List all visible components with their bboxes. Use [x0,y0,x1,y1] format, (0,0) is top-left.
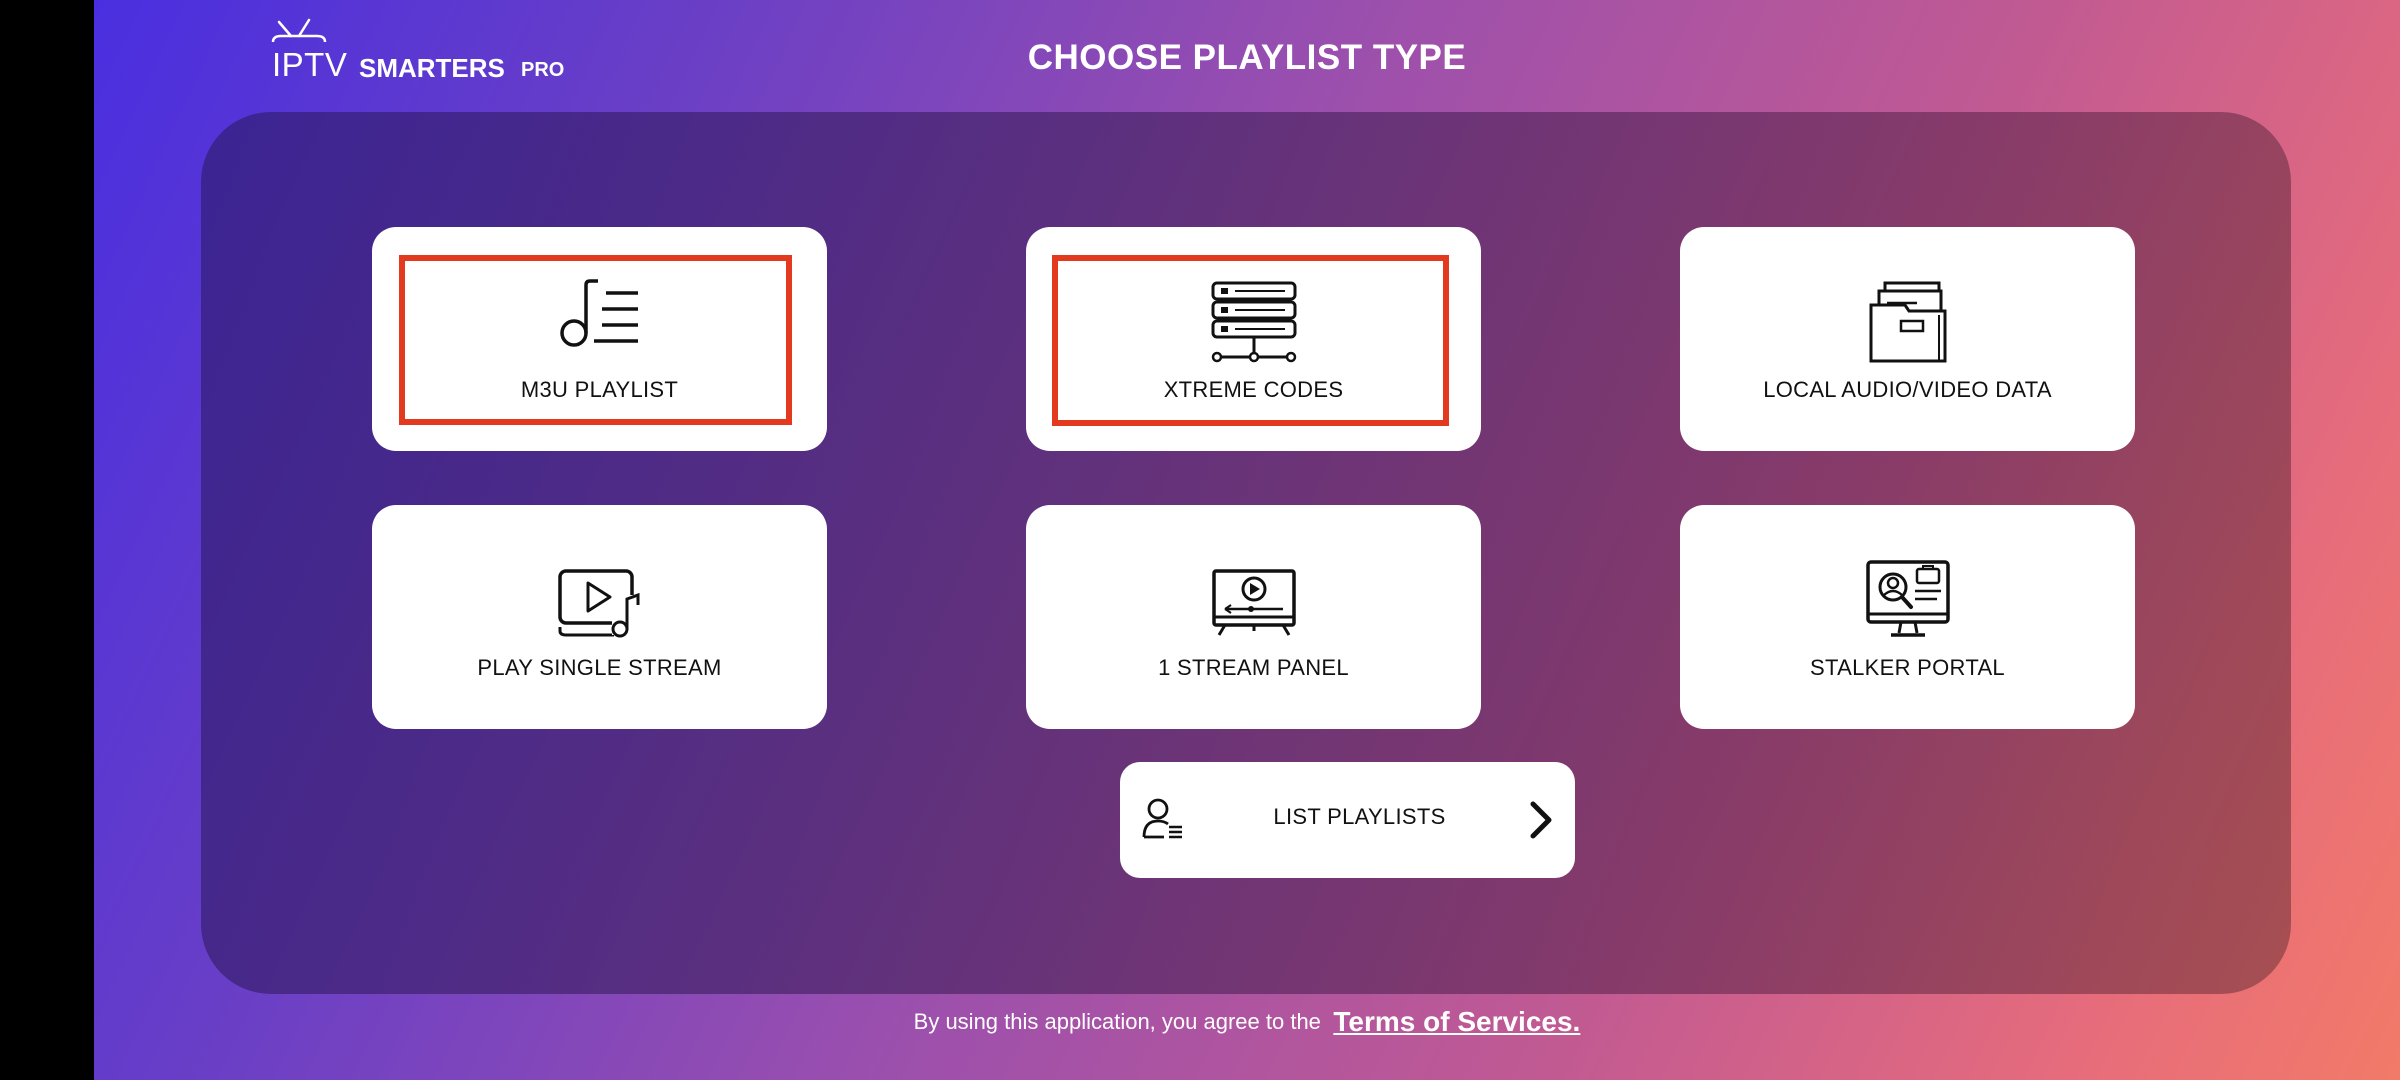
option-label: PLAY SINGLE STREAM [477,655,722,680]
music-playlist-icon [559,279,638,347]
one-stream-panel-card[interactable]: 1 STREAM PANEL [1026,505,1481,729]
video-music-icon [557,569,640,638]
terms-of-services-link[interactable]: Terms of Services. [1333,1006,1580,1037]
option-label: XTREME CODES [1163,377,1344,402]
agree-text: By using this application, you agree to … [913,1009,1321,1034]
local-audio-video-card[interactable]: LOCAL AUDIO/VIDEO DATA [1680,227,2135,451]
list-playlists-button[interactable]: LIST PLAYLISTS [1120,762,1575,878]
monitor-search-icon [1865,560,1950,637]
xtreme-codes-card[interactable]: XTREME CODES [1026,227,1481,451]
tv-play-icon [1211,569,1296,636]
option-label: M3U PLAYLIST [520,377,679,402]
play-single-stream-card[interactable]: PLAY SINGLE STREAM [372,505,827,729]
option-label: STALKER PORTAL [1810,655,2005,680]
option-label: LOCAL AUDIO/VIDEO DATA [1763,377,2052,402]
page-title: CHOOSE PLAYLIST TYPE [1027,38,1467,77]
m3u-playlist-card[interactable]: M3U PLAYLIST [372,227,827,451]
stalker-portal-card[interactable]: STALKER PORTAL [1680,505,2135,729]
option-label: 1 STREAM PANEL [1158,655,1349,680]
folder-files-icon [1869,281,1946,363]
terms-footer: By using this application, you agree to … [94,1002,2400,1042]
app-screen: IPTV SMARTERS PRO CHOOSE PLAYLIST TYPE M… [94,0,2400,1080]
chevron-right-icon [1530,801,1552,839]
list-playlists-label: LIST PLAYLISTS [1273,804,1446,829]
server-stack-icon [1211,281,1296,363]
